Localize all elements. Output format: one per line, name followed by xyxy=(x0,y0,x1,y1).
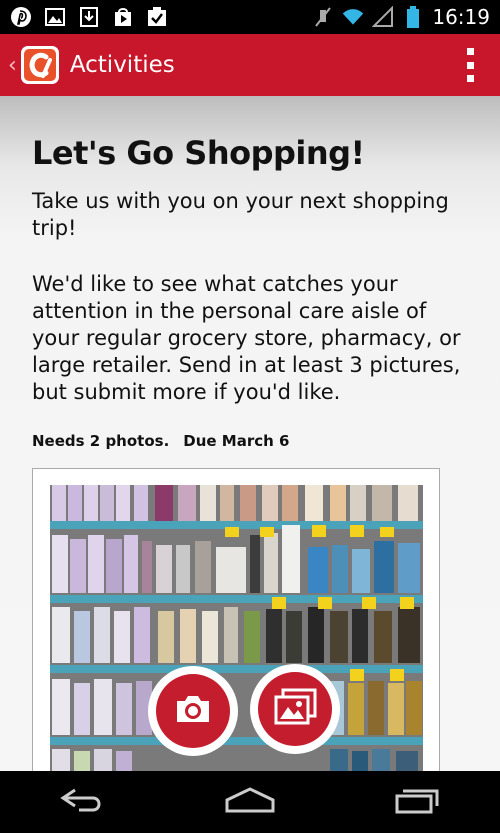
overflow-dot xyxy=(466,48,474,55)
home-icon xyxy=(224,786,276,819)
system-nav-bar xyxy=(0,771,500,833)
activity-intro: Take us with you on your next shopping t… xyxy=(32,189,449,240)
wifi-icon xyxy=(342,6,364,28)
choose-from-gallery-button[interactable] xyxy=(250,664,340,754)
gallery-icon xyxy=(273,688,317,731)
system-status: 16:19 xyxy=(312,5,490,29)
activity-title: Let's Go Shopping! xyxy=(32,134,365,172)
task-icon xyxy=(146,6,168,28)
battery-icon xyxy=(402,6,424,28)
activity-meta: Needs 2 photos. Due March 6 xyxy=(32,432,289,450)
back-icon xyxy=(59,787,107,818)
recent-apps-button[interactable] xyxy=(387,782,447,822)
due-date: Due March 6 xyxy=(183,432,290,450)
action-bar: ‹ Activities xyxy=(0,34,500,96)
status-bar: 16:19 xyxy=(0,0,500,34)
home-button[interactable] xyxy=(220,782,280,822)
notification-icons xyxy=(10,6,168,28)
activity-description: We'd like to see what catches your atten… xyxy=(32,272,461,404)
download-icon xyxy=(78,6,100,28)
mute-icon xyxy=(312,6,334,28)
recent-apps-icon xyxy=(393,786,441,819)
activity-detail[interactable]: Let's Go Shopping! Take us with you on y… xyxy=(0,96,500,771)
signal-icon xyxy=(372,6,394,28)
shelf-photo[interactable] xyxy=(50,485,423,771)
camera-icon xyxy=(173,693,213,730)
take-photo-button-face xyxy=(156,674,230,748)
choose-from-gallery-button-face xyxy=(258,672,332,746)
photos-needed: Needs 2 photos. xyxy=(32,432,170,450)
take-photo-button[interactable] xyxy=(148,666,238,756)
pinterest-icon xyxy=(10,6,32,28)
play-store-icon xyxy=(112,6,134,28)
up-caret-icon[interactable]: ‹ xyxy=(8,53,17,78)
photo-card[interactable] xyxy=(32,468,440,771)
overflow-menu-button[interactable] xyxy=(464,48,476,82)
image-icon xyxy=(44,6,66,28)
overflow-dot xyxy=(466,75,474,82)
screen-title: Activities xyxy=(69,52,175,78)
app-logo[interactable] xyxy=(20,45,60,85)
clock: 16:19 xyxy=(432,5,490,29)
back-button[interactable] xyxy=(53,782,113,822)
overflow-dot xyxy=(466,61,474,69)
